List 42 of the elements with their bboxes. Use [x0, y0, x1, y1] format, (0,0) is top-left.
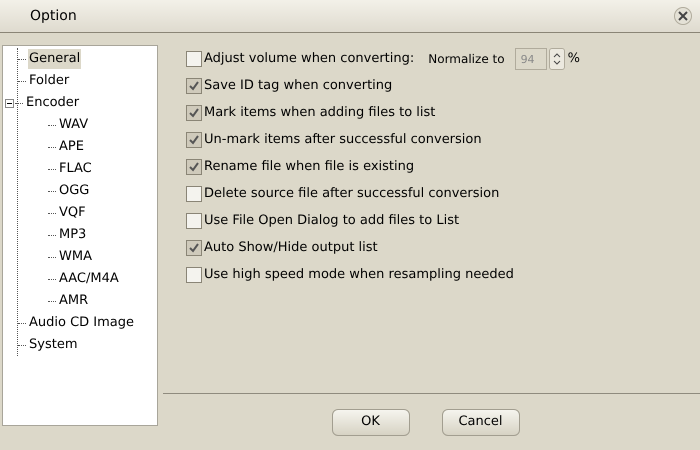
checkbox[interactable]: [186, 78, 202, 94]
option-label: Un-mark items after successful conversion: [204, 131, 482, 150]
option-label: Mark items when adding files to list: [204, 104, 436, 122]
tree-item[interactable]: System: [28, 335, 78, 355]
close-icon: [678, 11, 688, 21]
collapse-toggle-icon[interactable]: [5, 98, 14, 108]
up-down-arrows-icon: [552, 52, 561, 66]
option-label: Adjust volume when converting:: [204, 50, 414, 68]
close-button[interactable]: [674, 7, 692, 25]
tree-item[interactable]: General: [28, 49, 82, 69]
option-label: Rename file when file is existing: [204, 158, 414, 176]
tree-item[interactable]: WAV: [58, 115, 90, 135]
spinner-button[interactable]: [548, 48, 565, 70]
checkbox[interactable]: [186, 186, 202, 202]
option-label: Use File Open Dialog to add files to List: [204, 212, 460, 230]
checkbox[interactable]: [186, 51, 202, 67]
normalize-label: Normalize to: [428, 51, 505, 68]
checkbox[interactable]: [186, 213, 202, 229]
cancel-button[interactable]: Cancel: [442, 408, 520, 436]
option-label: Delete source file after successful conversion: [204, 185, 500, 204]
option-label: Use high speed mode when resampling needed: [204, 266, 514, 284]
tree-item[interactable]: AAC/M4A: [58, 269, 120, 289]
tree-item[interactable]: AMR: [58, 291, 90, 311]
tree-item[interactable]: APE: [58, 137, 85, 157]
checkbox[interactable]: [186, 267, 202, 283]
tree-item[interactable]: WMA: [58, 247, 93, 267]
tree-item[interactable]: Folder: [28, 71, 70, 91]
tree-item[interactable]: Encoder: [25, 93, 80, 113]
percent-unit: %: [568, 50, 580, 68]
ok-button[interactable]: OK: [332, 408, 410, 436]
tree-item[interactable]: VQF: [58, 203, 87, 223]
checkbox[interactable]: [186, 159, 202, 175]
option-label: Save ID tag when converting: [204, 77, 392, 96]
checkbox[interactable]: [186, 240, 202, 256]
checkbox[interactable]: [186, 105, 202, 121]
tree-item[interactable]: MP3: [58, 225, 88, 245]
option-label: Auto Show/Hide output list: [204, 239, 378, 258]
checkbox[interactable]: [186, 132, 202, 148]
tree-item[interactable]: OGG: [58, 181, 90, 201]
tree-item[interactable]: FLAC: [58, 159, 93, 179]
tree-item[interactable]: Audio CD Image: [28, 313, 136, 333]
window-title: Option: [30, 6, 77, 26]
